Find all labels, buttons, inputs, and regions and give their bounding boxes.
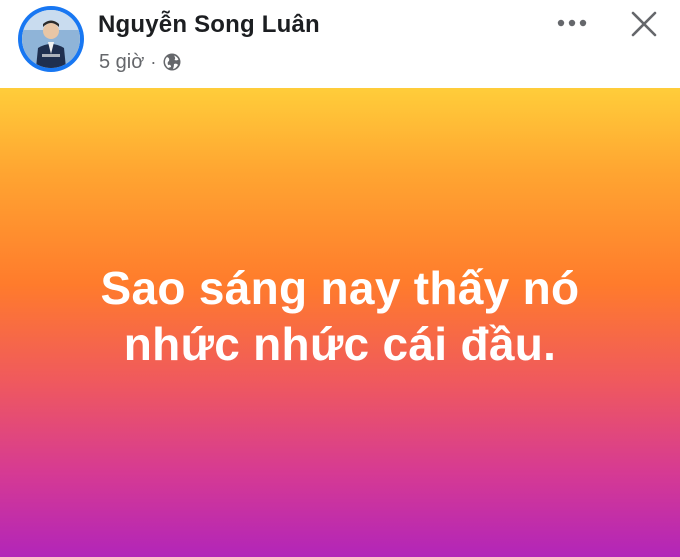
close-button[interactable] bbox=[622, 2, 666, 46]
status-line-2: nhức nhức cái đầu. bbox=[123, 318, 557, 370]
more-options-button[interactable] bbox=[550, 8, 594, 38]
more-horizontal-icon bbox=[557, 19, 587, 27]
status-text: Sao sáng nay thấy nó nhức nhức cái đầu. bbox=[40, 260, 640, 372]
status-line-1: Sao sáng nay thấy nó bbox=[100, 262, 580, 314]
status-background[interactable]: Sao sáng nay thấy nó nhức nhức cái đầu. bbox=[0, 88, 680, 557]
post-header: Nguyễn Song Luân 5 giờ · bbox=[0, 0, 680, 88]
avatar-story-ring[interactable] bbox=[18, 6, 84, 72]
author-name[interactable]: Nguyễn Song Luân bbox=[98, 11, 320, 39]
close-icon bbox=[631, 11, 657, 37]
avatar[interactable] bbox=[22, 10, 80, 68]
post-meta: 5 giờ · bbox=[99, 50, 182, 74]
globe-icon[interactable] bbox=[162, 52, 182, 72]
post-timestamp[interactable]: 5 giờ bbox=[99, 51, 144, 74]
meta-separator: · bbox=[150, 52, 157, 72]
avatar-image bbox=[22, 10, 80, 68]
